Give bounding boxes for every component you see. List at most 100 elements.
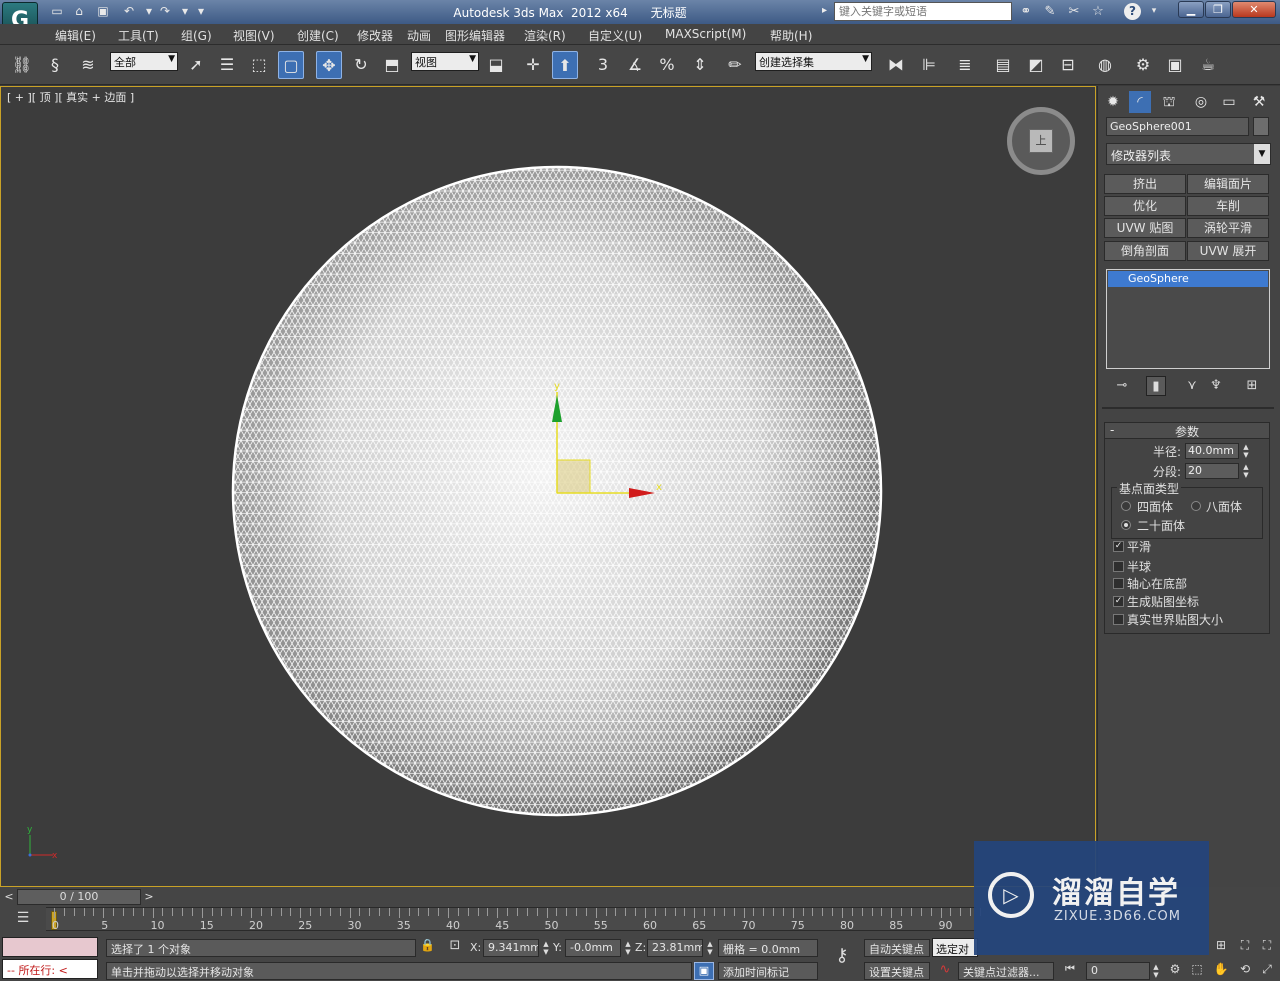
angle-snap-icon[interactable]: ∡	[622, 51, 648, 79]
zoom-extents-icon[interactable]: ⛶	[1236, 938, 1254, 956]
menu-rendering[interactable]: 渲染(R)	[524, 27, 566, 44]
manipulate-icon[interactable]: ✛	[520, 51, 546, 79]
current-frame-field[interactable]: 0	[1086, 962, 1150, 980]
x-spinner-arrows[interactable]: ▲ ▼	[541, 940, 551, 956]
frame-spinner-arrows[interactable]: ▲ ▼	[1151, 963, 1161, 979]
save-file-icon[interactable]: ▣	[94, 3, 112, 20]
rollout-header[interactable]: - 参数	[1105, 423, 1269, 439]
selection-lock-icon[interactable]: 🔒	[420, 938, 436, 956]
render-setup-icon[interactable]: ⚙	[1130, 51, 1156, 79]
edit-named-selection-icon[interactable]: ✏	[722, 51, 748, 79]
zoom-all-icon[interactable]: ⊞	[1212, 938, 1230, 956]
menu-tools[interactable]: 工具(T)	[118, 27, 159, 44]
modifier-stack[interactable]: GeoSphere	[1106, 269, 1270, 369]
set-key-button[interactable]: 设置关键点	[864, 962, 930, 980]
segments-spinner[interactable]: 20	[1185, 463, 1239, 479]
smooth-checkbox[interactable]: ✓	[1113, 541, 1124, 552]
selection-filter-dropdown[interactable]: 全部 ▼	[110, 52, 178, 71]
key-curve-icon[interactable]: ∿	[934, 962, 956, 980]
link-icon[interactable]: ⛓	[9, 51, 35, 79]
new-file-icon[interactable]: ▭	[48, 3, 66, 20]
add-time-tag-button[interactable]: 添加时间标记	[718, 962, 818, 980]
geosphere-render[interactable]: y x y x	[1, 87, 1095, 886]
motion-tab-icon[interactable]: ◎	[1190, 91, 1212, 113]
tetra-radio[interactable]	[1121, 501, 1131, 511]
modifier-edit-patch-button[interactable]: 编辑面片	[1187, 174, 1269, 194]
maximize-viewport-icon[interactable]: ⤢	[1258, 962, 1276, 980]
menu-create[interactable]: 创建(C)	[297, 27, 339, 44]
gen-mapping-checkbox[interactable]: ✓	[1113, 596, 1124, 607]
snaps-toggle-icon[interactable]: 3	[590, 51, 616, 79]
octa-radio[interactable]	[1191, 501, 1201, 511]
show-end-result-icon[interactable]: ▮	[1146, 376, 1166, 396]
configure-modifier-sets-icon[interactable]: ⊞	[1242, 376, 1262, 396]
select-object-icon[interactable]: ➚	[183, 51, 209, 79]
mirror-icon[interactable]: ⧓	[883, 51, 909, 79]
base-to-pivot-checkbox[interactable]	[1113, 578, 1124, 589]
hemisphere-checkbox[interactable]	[1113, 561, 1124, 572]
display-tab-icon[interactable]: ▭	[1218, 91, 1240, 113]
favorites-star-icon[interactable]: ☆	[1088, 3, 1108, 20]
named-selection-set-dropdown[interactable]: 创建选择集 ▼	[755, 52, 872, 71]
menu-graph-editors[interactable]: 图形编辑器	[445, 27, 505, 44]
modifier-list-dropdown[interactable]: 修改器列表 ▼	[1106, 143, 1271, 165]
percent-snap-icon[interactable]: %	[654, 51, 680, 79]
y-coordinate-field[interactable]: -0.0mm	[565, 939, 621, 957]
keyboard-shortcut-override-icon[interactable]: ⬆	[552, 51, 578, 79]
align-icon[interactable]: ⊫	[916, 51, 942, 79]
select-by-name-icon[interactable]: ☰	[214, 51, 240, 79]
curve-editor-icon[interactable]: ◩	[1023, 51, 1049, 79]
menu-maxscript[interactable]: MAXScript(M)	[665, 27, 746, 41]
modifier-extrude-button[interactable]: 挤出	[1104, 174, 1186, 194]
zoom-extents-all-icon[interactable]: ⛶	[1258, 938, 1276, 956]
set-key-icon[interactable]: ⚷	[826, 945, 858, 973]
hierarchy-tab-icon[interactable]: ⛫	[1158, 91, 1180, 113]
pivot-center-icon[interactable]: ⬓	[483, 51, 509, 79]
viewport-top[interactable]: [ + ][ 顶 ][ 真实 + 边面 ] y x y x 上	[0, 86, 1096, 887]
viewcube-face-top[interactable]: 上	[1029, 129, 1053, 153]
orbit-icon[interactable]: ⟲	[1236, 962, 1254, 980]
utilities-tab-icon[interactable]: ⚒	[1248, 91, 1270, 113]
radius-spinner[interactable]: 40.0mm	[1185, 443, 1239, 459]
minimize-button[interactable]: ▁	[1178, 1, 1204, 18]
window-crossing-icon[interactable]: ▢	[278, 51, 304, 79]
stack-item-geosphere[interactable]: GeoSphere	[1108, 271, 1268, 287]
modify-tab-icon[interactable]: ◜	[1129, 91, 1151, 113]
object-name-field[interactable]	[1106, 117, 1249, 136]
material-editor-icon[interactable]: ◍	[1092, 51, 1118, 79]
menu-modifiers[interactable]: 修改器	[357, 27, 393, 44]
menu-animation[interactable]: 动画	[407, 27, 431, 44]
auto-key-button[interactable]: 自动关键点	[864, 939, 930, 957]
segments-spinner-arrows[interactable]: ▲ ▼	[1241, 463, 1251, 479]
modifier-optimize-button[interactable]: 优化	[1104, 196, 1186, 216]
search-input[interactable]	[834, 2, 1012, 21]
rendered-frame-window-icon[interactable]: ▣	[1162, 51, 1188, 79]
rect-selection-region-icon[interactable]: ⬚	[246, 51, 272, 79]
time-prev-arrow-icon[interactable]: <	[2, 889, 16, 905]
unlink-icon[interactable]: §	[42, 51, 68, 79]
spinner-snap-icon[interactable]: ⇕	[687, 51, 713, 79]
icosa-radio[interactable]	[1121, 520, 1131, 530]
z-coordinate-field[interactable]: 23.81mm	[647, 939, 703, 957]
search-expand-icon[interactable]: ▸	[822, 5, 827, 16]
menu-customize[interactable]: 自定义(U)	[588, 27, 642, 44]
maximize-button[interactable]: ❐	[1205, 1, 1231, 18]
modifier-bevel-profile-button[interactable]: 倒角剖面	[1104, 241, 1186, 261]
schematic-view-icon[interactable]: ⊟	[1055, 51, 1081, 79]
menu-views[interactable]: 视图(V)	[233, 27, 275, 44]
time-slider[interactable]: 0 / 100	[17, 889, 141, 905]
key-mode-dropdown[interactable]: 选定对	[932, 938, 978, 957]
subscription-icon[interactable]: ✎	[1040, 3, 1060, 20]
key-filters-button[interactable]: 关键点过滤器...	[958, 962, 1054, 980]
object-color-swatch[interactable]	[1253, 117, 1269, 136]
help-icon[interactable]: ?	[1124, 3, 1141, 20]
help-dropdown-icon[interactable]: ▾	[1144, 3, 1164, 20]
modifier-turbosmooth-button[interactable]: 涡轮平滑	[1187, 218, 1269, 238]
modifier-lathe-button[interactable]: 车削	[1187, 196, 1269, 216]
pan-hand-icon[interactable]: ✋	[1212, 962, 1230, 980]
time-config-icon[interactable]: ⚙	[1166, 962, 1184, 980]
render-production-icon[interactable]: ☕	[1195, 51, 1221, 79]
make-unique-icon[interactable]: ⋎	[1182, 376, 1202, 396]
menu-group[interactable]: 组(G)	[181, 27, 212, 44]
create-tab-icon[interactable]: ✹	[1102, 91, 1124, 113]
